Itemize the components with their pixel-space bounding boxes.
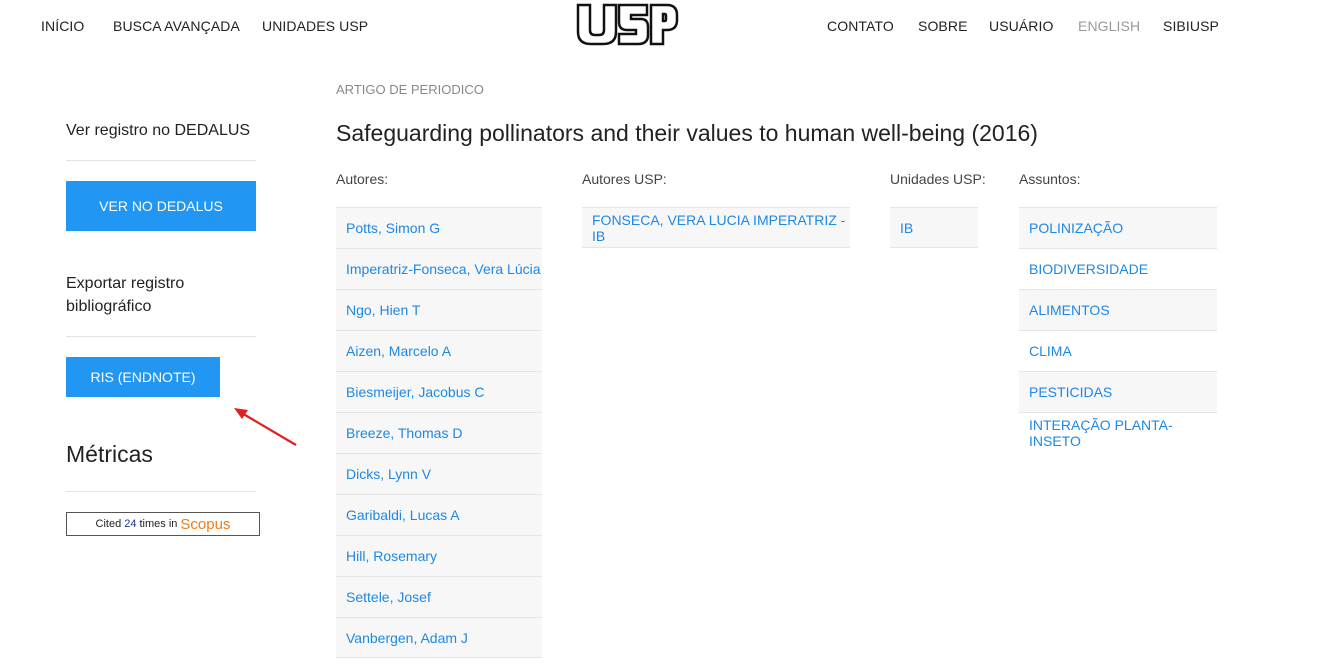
export-heading-line2: bibliográfico	[66, 298, 152, 315]
author-link[interactable]: Imperatriz-Fonseca, Vera Lúcia	[336, 248, 542, 289]
nav-sobre[interactable]: SOBRE	[918, 18, 968, 34]
subject-link[interactable]: CLIMA	[1019, 330, 1217, 371]
usp-unit-link[interactable]: IB	[890, 207, 978, 248]
nav-busca-avancada[interactable]: BUSCA AVANÇADA	[113, 18, 240, 34]
usp-units-list: IB	[890, 207, 978, 248]
divider	[66, 160, 256, 161]
subject-link[interactable]: PESTICIDAS	[1019, 371, 1217, 412]
scopus-citation-badge[interactable]: Cited 24 times in Scopus	[66, 512, 260, 536]
subjects-label: Assuntos:	[1019, 171, 1081, 187]
scopus-prefix: Cited	[95, 518, 122, 530]
usp-authors-list: FONSECA, VERA LUCIA IMPERATRIZ - IB	[582, 207, 850, 248]
usp-authors-label: Autores USP:	[582, 171, 667, 187]
usp-author-link[interactable]: FONSECA, VERA LUCIA IMPERATRIZ - IB	[582, 207, 850, 248]
subjects-list: POLINIZAÇÃO BIODIVERSIDADE ALIMENTOS CLI…	[1019, 207, 1217, 453]
author-link[interactable]: Hill, Rosemary	[336, 535, 542, 576]
export-heading: Exportar registro bibliográfico	[66, 272, 184, 318]
author-link[interactable]: Garibaldi, Lucas A	[336, 494, 542, 535]
usp-logo[interactable]	[575, 2, 679, 46]
subject-link[interactable]: INTERAÇÃO PLANTA-INSETO	[1019, 412, 1217, 453]
divider	[66, 491, 256, 492]
record-title: Safeguarding pollinators and their value…	[336, 120, 1038, 146]
subject-link[interactable]: BIODIVERSIDADE	[1019, 248, 1217, 289]
author-link[interactable]: Aizen, Marcelo A	[336, 330, 542, 371]
scopus-brand: Scopus	[180, 515, 231, 533]
author-link[interactable]: Dicks, Lynn V	[336, 453, 542, 494]
metrics-heading: Métricas	[66, 441, 153, 467]
nav-sibiusp[interactable]: SIBIUSP	[1163, 18, 1219, 34]
nav-inicio[interactable]: INÍCIO	[41, 18, 84, 34]
nav-contato[interactable]: CONTATO	[827, 18, 894, 34]
authors-list: Potts, Simon G Imperatriz-Fonseca, Vera …	[336, 207, 542, 658]
author-link[interactable]: Ngo, Hien T	[336, 289, 542, 330]
annotation-arrow-icon	[234, 408, 297, 446]
record-type: ARTIGO DE PERIODICO	[336, 82, 484, 97]
dedalus-heading: Ver registro no DEDALUS	[66, 122, 251, 139]
scopus-count: 24	[124, 518, 137, 530]
author-link[interactable]: Settele, Josef	[336, 576, 542, 617]
author-link[interactable]: Potts, Simon G	[336, 207, 542, 248]
authors-label: Autores:	[336, 171, 389, 187]
nav-unidades-usp[interactable]: UNIDADES USP	[262, 18, 368, 34]
subject-link[interactable]: ALIMENTOS	[1019, 289, 1217, 330]
ris-endnote-button[interactable]: RIS (ENDNOTE)	[66, 357, 220, 397]
export-heading-line1: Exportar registro	[66, 275, 185, 292]
scopus-middle: times in	[139, 518, 178, 530]
nav-english[interactable]: ENGLISH	[1078, 18, 1140, 34]
divider	[66, 336, 256, 337]
author-link[interactable]: Vanbergen, Adam J	[336, 617, 542, 658]
usp-units-label: Unidades USP:	[890, 171, 986, 187]
ver-no-dedalus-button[interactable]: VER NO DEDALUS	[66, 181, 256, 231]
author-link[interactable]: Breeze, Thomas D	[336, 412, 542, 453]
subject-link[interactable]: POLINIZAÇÃO	[1019, 207, 1217, 248]
nav-usuario[interactable]: USUÁRIO	[989, 18, 1054, 34]
author-link[interactable]: Biesmeijer, Jacobus C	[336, 371, 542, 412]
